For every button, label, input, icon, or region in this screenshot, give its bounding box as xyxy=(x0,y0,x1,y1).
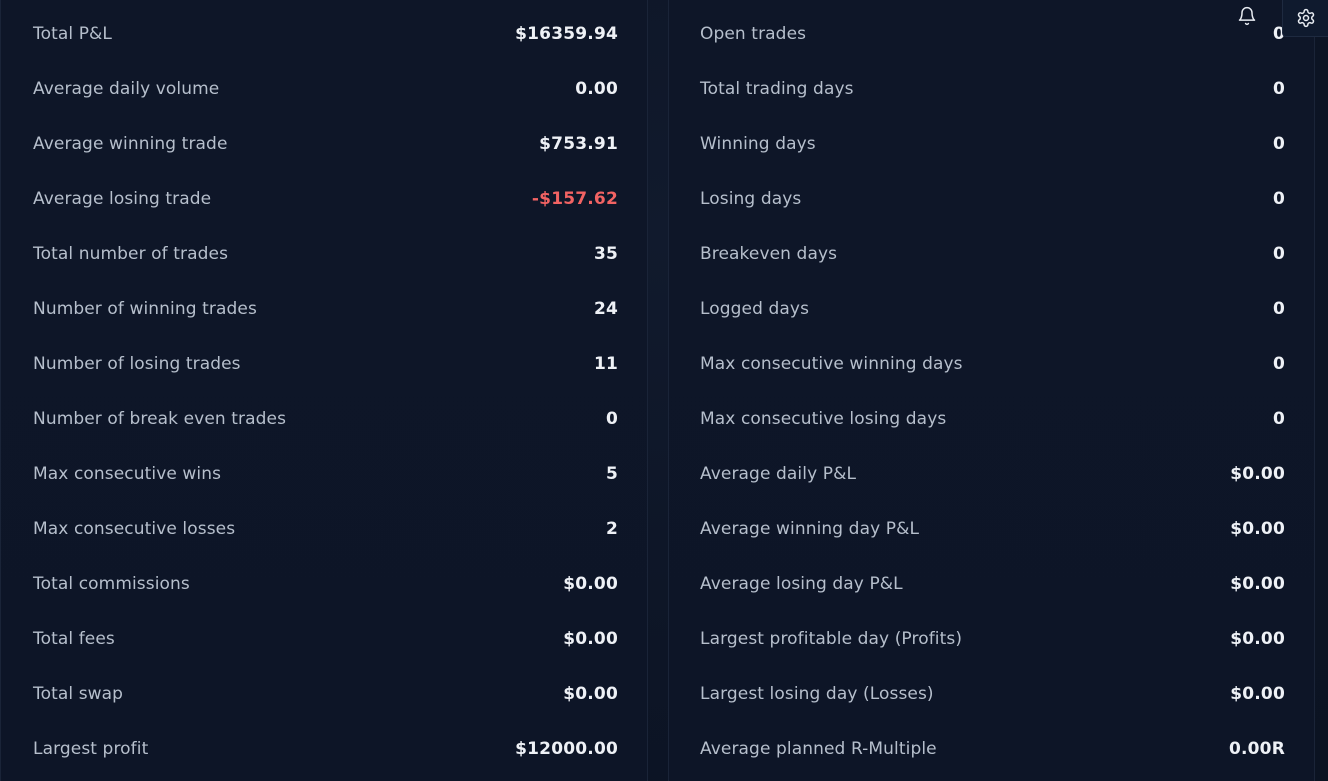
stat-label: Average planned R-Multiple xyxy=(700,738,937,759)
stat-value: 0.00 xyxy=(575,78,618,99)
stat-label: Breakeven days xyxy=(700,243,838,264)
stat-value: $0.00 xyxy=(563,573,618,594)
stat-label: Total commissions xyxy=(33,573,190,594)
stat-row-total-commissions: Total commissions $0.00 xyxy=(33,556,618,611)
stat-row-open-trades: Open trades 0 xyxy=(700,6,1285,61)
stat-label: Average daily P&L xyxy=(700,463,857,484)
stat-row-average-losing-trade: Average losing trade -$157.62 xyxy=(33,171,618,226)
stat-label: Largest profitable day (Profits) xyxy=(700,628,963,649)
stat-label: Winning days xyxy=(700,133,816,154)
stat-label: Average losing trade xyxy=(33,188,212,209)
stat-label: Average daily volume xyxy=(33,78,220,99)
stat-value: 0 xyxy=(1272,188,1285,209)
stat-row-largest-profit: Largest profit $12000.00 xyxy=(33,721,618,776)
stat-label: Open trades xyxy=(700,23,807,44)
stat-value: 35 xyxy=(593,243,618,264)
stat-label: Number of winning trades xyxy=(33,298,257,319)
stat-value: $0.00 xyxy=(1230,628,1285,649)
stat-label: Average losing day P&L xyxy=(700,573,903,594)
notifications-button[interactable] xyxy=(1212,0,1282,32)
stat-row-largest-losing-day-losses: Largest losing day (Losses) $0.00 xyxy=(700,666,1285,721)
top-toolbar xyxy=(1212,0,1328,37)
stat-label: Max consecutive losses xyxy=(33,518,236,539)
stat-value: 0 xyxy=(1272,78,1285,99)
stat-label: Max consecutive winning days xyxy=(700,353,963,374)
stat-label: Total number of trades xyxy=(33,243,229,264)
stat-row-winning-days: Winning days 0 xyxy=(700,116,1285,171)
stat-value: $753.91 xyxy=(539,133,618,154)
stat-label: Total trading days xyxy=(700,78,854,99)
stat-label: Max consecutive losing days xyxy=(700,408,947,429)
settings-button[interactable] xyxy=(1282,0,1328,37)
stat-label: Total P&L xyxy=(33,23,112,44)
stat-row-average-daily-pandl: Average daily P&L $0.00 xyxy=(700,446,1285,501)
stat-value: 0 xyxy=(1272,298,1285,319)
stat-row-number-of-winning-trades: Number of winning trades 24 xyxy=(33,281,618,336)
bell-icon xyxy=(1238,6,1256,26)
stat-value: 0 xyxy=(1272,133,1285,154)
stat-value: 11 xyxy=(593,353,618,374)
stat-value: 5 xyxy=(605,463,618,484)
stat-row-logged-days: Logged days 0 xyxy=(700,281,1285,336)
stat-value: 0 xyxy=(1272,243,1285,264)
left-stats-panel: Total P&L $16359.94 Average daily volume 0.… xyxy=(0,0,648,781)
stat-value: $0.00 xyxy=(1230,683,1285,704)
stat-label: Total swap xyxy=(33,683,124,704)
stat-label: Largest profit xyxy=(33,738,149,759)
stat-value: -$157.62 xyxy=(531,188,618,209)
stat-row-max-consecutive-losses: Max consecutive losses 2 xyxy=(33,501,618,556)
stat-row-total-fees: Total fees $0.00 xyxy=(33,611,618,666)
stat-value: 2 xyxy=(605,518,618,539)
stat-row-largest-profitable-day-profits: Largest profitable day (Profits) $0.00 xyxy=(700,611,1285,666)
stat-value: $0.00 xyxy=(1230,463,1285,484)
stat-row-number-of-break-even-trades: Number of break even trades 0 xyxy=(33,391,618,446)
stat-value: 0 xyxy=(605,408,618,429)
stat-row-losing-days: Losing days 0 xyxy=(700,171,1285,226)
stat-row-breakeven-days: Breakeven days 0 xyxy=(700,226,1285,281)
stat-value: 0.00R xyxy=(1228,738,1285,759)
stat-row-average-planned-r-multiple: Average planned R-Multiple 0.00R xyxy=(700,721,1285,776)
stat-value: $0.00 xyxy=(563,683,618,704)
stat-row-average-losing-day-pandl: Average losing day P&L $0.00 xyxy=(700,556,1285,611)
stat-label: Total fees xyxy=(33,628,115,649)
stat-value: 0 xyxy=(1272,408,1285,429)
stat-label: Number of break even trades xyxy=(33,408,287,429)
stat-row-average-winning-day-pandl: Average winning day P&L $0.00 xyxy=(700,501,1285,556)
stat-row-max-consecutive-wins: Max consecutive wins 5 xyxy=(33,446,618,501)
stat-value: $0.00 xyxy=(1230,518,1285,539)
stat-label: Number of losing trades xyxy=(33,353,241,374)
stat-row-total-swap: Total swap $0.00 xyxy=(33,666,618,721)
stat-value: $16359.94 xyxy=(515,23,618,44)
stat-label: Logged days xyxy=(700,298,810,319)
stat-value: $0.00 xyxy=(1230,573,1285,594)
stat-row-number-of-losing-trades: Number of losing trades 11 xyxy=(33,336,618,391)
stat-label: Max consecutive wins xyxy=(33,463,222,484)
stat-value: 24 xyxy=(593,298,618,319)
stat-row-total-trading-days: Total trading days 0 xyxy=(700,61,1285,116)
stat-row-average-daily-volume: Average daily volume 0.00 xyxy=(33,61,618,116)
stat-label: Average winning trade xyxy=(33,133,228,154)
stat-row-total-pandl: Total P&L $16359.94 xyxy=(33,6,618,61)
stat-row-total-number-of-trades: Total number of trades 35 xyxy=(33,226,618,281)
stat-row-average-winning-trade: Average winning trade $753.91 xyxy=(33,116,618,171)
stat-label: Average winning day P&L xyxy=(700,518,920,539)
gear-icon xyxy=(1297,8,1314,28)
stat-label: Largest losing day (Losses) xyxy=(700,683,934,704)
stat-value: $12000.00 xyxy=(515,738,618,759)
right-stats-panel: Open trades 0 Total trading days 0 Winning d… xyxy=(668,0,1315,781)
stats-page: Total P&L $16359.94 Average daily volume 0.… xyxy=(0,0,1328,781)
stat-value: $0.00 xyxy=(563,628,618,649)
stat-row-max-consecutive-losing-days: Max consecutive losing days 0 xyxy=(700,391,1285,446)
stat-label: Losing days xyxy=(700,188,802,209)
stat-value: 0 xyxy=(1272,353,1285,374)
stat-row-max-consecutive-winning-days: Max consecutive winning days 0 xyxy=(700,336,1285,391)
